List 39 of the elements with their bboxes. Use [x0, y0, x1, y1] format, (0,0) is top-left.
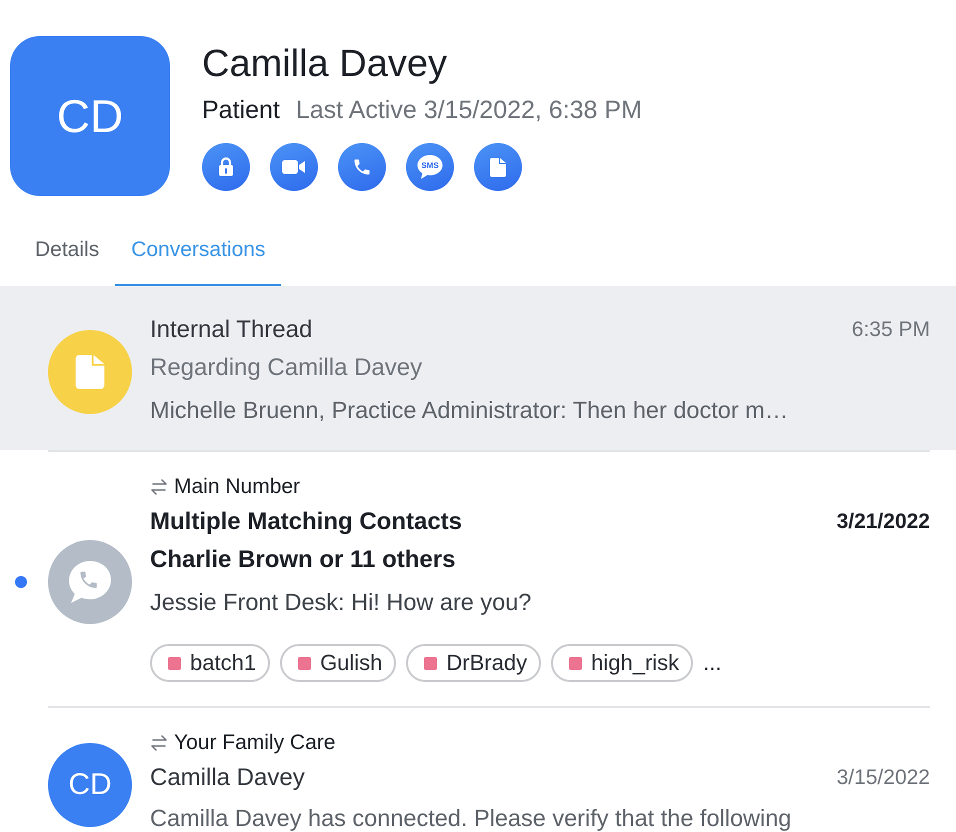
- lock-icon: [218, 157, 234, 177]
- tab[interactable]: Details: [19, 222, 116, 286]
- conversation-title: Multiple Matching Contacts: [150, 507, 462, 537]
- sms-button[interactable]: SMS: [406, 143, 454, 191]
- conversation-subtitle: Charlie Brown or 11 others: [150, 545, 456, 575]
- speech-bubble-icon: [416, 154, 444, 180]
- conversation-time: 3/15/2022: [836, 765, 930, 791]
- note-button[interactable]: [474, 143, 522, 191]
- conversation-subtitle: Regarding Camilla Davey: [150, 353, 424, 383]
- lock-button[interactable]: [202, 143, 250, 191]
- video-call-button[interactable]: [270, 143, 318, 191]
- last-active: Last Active 3/15/2022, 6:38 PM: [296, 95, 642, 126]
- swap-arrows-icon: [150, 479, 168, 495]
- conversation-time: 3/21/2022: [836, 509, 930, 535]
- conversation-title: Camilla Davey: [150, 763, 305, 793]
- contact-name: Camilla Davey: [202, 42, 448, 87]
- conversation-item[interactable]: Main Number Multiple Matching Contacts 3/21/2022 Charlie Brown or 11 others Jessie Front Desk: Hi! How are you? batch1 Gulish DrBrady high_risk ...: [0, 452, 956, 706]
- channel-name: Main Number: [174, 474, 300, 500]
- document-icon: [490, 158, 506, 176]
- call-button[interactable]: [338, 143, 386, 191]
- tag-chip[interactable]: DrBrady: [406, 644, 542, 682]
- phone-icon: [352, 157, 372, 177]
- message-preview: Jessie Front Desk: Hi! How are you?: [150, 588, 532, 617]
- message-preview: Michelle Bruenn, Practice Administrator: Then her doctor m…: [150, 396, 790, 425]
- avatar: CD: [48, 743, 132, 827]
- channel-name: Your Family Care: [174, 730, 336, 756]
- tag-chip[interactable]: high_risk: [551, 644, 694, 682]
- message-preview: Camilla Davey has connected. Please verify that the following: [150, 804, 792, 832]
- contact-role: Patient: [202, 95, 280, 126]
- avatar: CD: [10, 36, 170, 196]
- more-tags: ...: [703, 650, 722, 676]
- video-camera-icon: [282, 160, 306, 174]
- tag-chip[interactable]: Gulish: [280, 644, 396, 682]
- conversation-item[interactable]: CD Your Family Care Camilla Davey 3/15/2022 Camilla Davey has connected. Please verify that the following: [0, 708, 956, 832]
- swap-arrows-icon: [150, 735, 168, 751]
- conversation-item[interactable]: Internal Thread 6:35 PM Regarding Camilla Davey Michelle Bruenn, Practice Administrator: Then her doctor m…: [0, 286, 956, 450]
- conversation-title: Internal Thread: [150, 315, 312, 345]
- tag-chip[interactable]: batch1: [150, 644, 270, 682]
- conversation-time: 6:35 PM: [852, 317, 930, 343]
